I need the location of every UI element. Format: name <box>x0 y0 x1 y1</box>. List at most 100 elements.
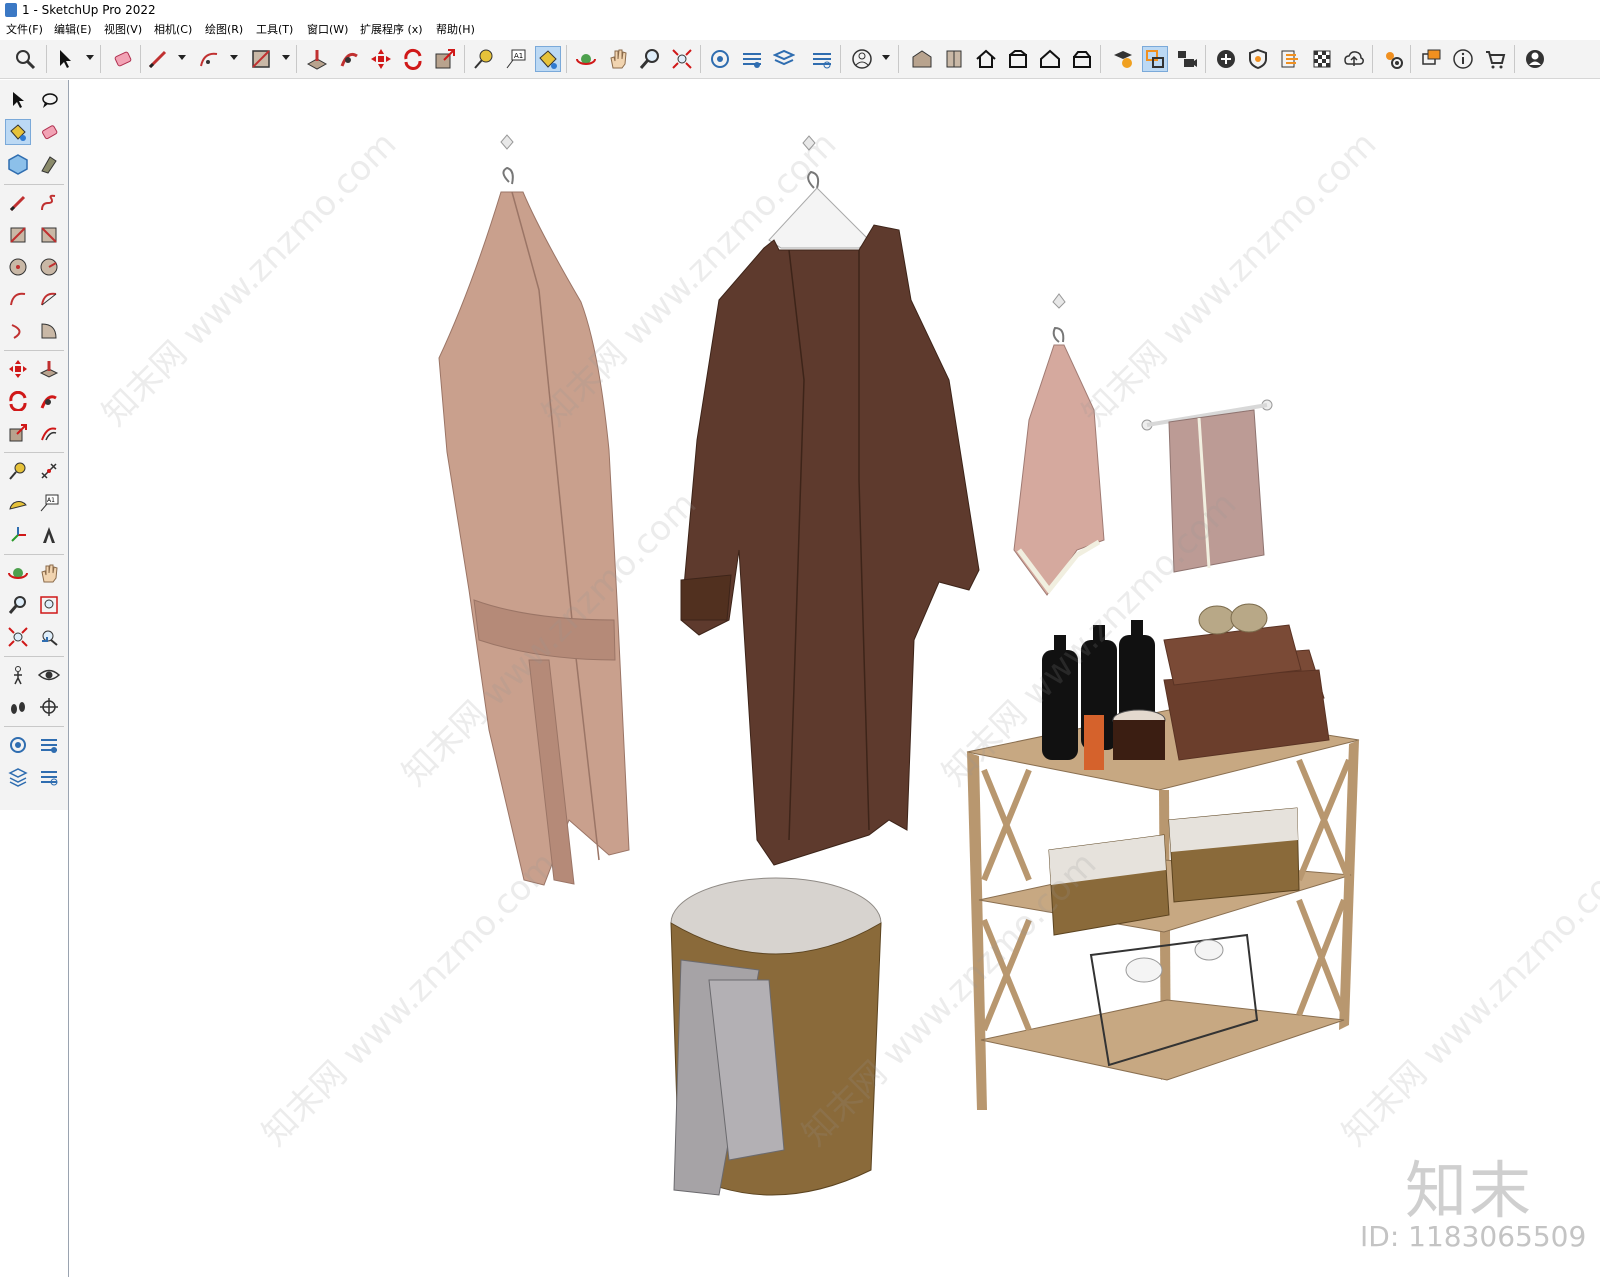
search-icon[interactable] <box>12 46 38 72</box>
solid-tools-icon[interactable] <box>1110 46 1136 72</box>
three-point-arc-icon[interactable] <box>5 318 31 344</box>
settings-icon[interactable] <box>1380 46 1406 72</box>
back-view-icon[interactable] <box>1069 46 1095 72</box>
push-pull-icon[interactable] <box>36 356 62 382</box>
rectangle-icon[interactable] <box>5 222 31 248</box>
walk-icon[interactable] <box>5 662 31 688</box>
tape-measure-icon[interactable] <box>471 46 497 72</box>
tags-icon[interactable] <box>771 46 797 72</box>
text-icon[interactable]: A1 <box>503 46 529 72</box>
3d-text-icon[interactable] <box>36 522 62 548</box>
protractor-icon[interactable] <box>5 490 31 516</box>
section-icon[interactable] <box>941 46 967 72</box>
menu-window[interactable]: 窗口(W) <box>307 20 348 40</box>
laundry-hamper[interactable] <box>670 877 882 1196</box>
select-icon[interactable] <box>52 46 78 72</box>
user-icon[interactable] <box>1522 46 1548 72</box>
front-view-icon[interactable] <box>1005 46 1031 72</box>
zoom-extents-icon[interactable] <box>5 624 31 650</box>
polygon-icon[interactable] <box>36 254 62 280</box>
chat-icon[interactable] <box>1418 46 1444 72</box>
follow-me-icon[interactable] <box>36 388 62 414</box>
pencil-dropdown[interactable] <box>178 55 186 60</box>
pencil-icon[interactable] <box>5 190 31 216</box>
components-icon[interactable] <box>809 46 835 72</box>
previous-view-icon[interactable] <box>36 624 62 650</box>
add-location-icon[interactable] <box>1213 46 1239 72</box>
make-component-icon[interactable] <box>5 151 31 177</box>
scale-icon[interactable] <box>5 420 31 446</box>
scenes-icon[interactable] <box>1142 46 1168 72</box>
pencil-icon[interactable] <box>145 46 171 72</box>
cloud-icon[interactable] <box>1341 46 1367 72</box>
arc-dropdown[interactable] <box>230 55 238 60</box>
rotate-icon[interactable] <box>5 388 31 414</box>
section-plane-icon[interactable] <box>36 694 62 720</box>
tape-measure-icon[interactable] <box>5 458 31 484</box>
menu-edit[interactable]: 编辑(E) <box>54 20 92 40</box>
position-camera-icon[interactable] <box>5 694 31 720</box>
zoom-extents-icon[interactable] <box>669 46 695 72</box>
zoom-window-icon[interactable] <box>36 592 62 618</box>
outliner-icon[interactable] <box>707 46 733 72</box>
account-dropdown[interactable] <box>882 55 890 60</box>
texture-icon[interactable] <box>1309 46 1335 72</box>
house-icon[interactable] <box>1037 46 1063 72</box>
select-dropdown[interactable] <box>86 55 94 60</box>
menu-draw[interactable]: 绘图(R) <box>205 20 243 40</box>
move-icon[interactable] <box>368 46 394 72</box>
pan-icon[interactable] <box>36 560 62 586</box>
offset-icon[interactable] <box>36 420 62 446</box>
push-pull-icon[interactable] <box>304 46 330 72</box>
styles-icon[interactable] <box>1277 46 1303 72</box>
outliner-icon[interactable] <box>5 732 31 758</box>
hanging-pink-towel[interactable] <box>1013 293 1105 596</box>
lasso-icon[interactable] <box>36 87 62 113</box>
components-icon[interactable] <box>36 764 62 790</box>
menu-view[interactable]: 视图(V) <box>104 20 142 40</box>
arc-icon[interactable] <box>196 46 222 72</box>
layers-icon[interactable] <box>739 46 765 72</box>
info-icon[interactable] <box>1450 46 1476 72</box>
paint-bucket-icon[interactable] <box>5 119 31 145</box>
menu-extensions[interactable]: 扩展程序 (x) <box>360 20 423 40</box>
beige-bathrobe[interactable] <box>438 134 630 886</box>
menu-file[interactable]: 文件(F) <box>6 20 43 40</box>
tag-tool-icon[interactable] <box>36 151 62 177</box>
pan-icon[interactable] <box>605 46 631 72</box>
menu-tools[interactable]: 工具(T) <box>256 20 293 40</box>
eraser-icon[interactable] <box>36 119 62 145</box>
paint-bucket-icon[interactable] <box>535 46 561 72</box>
rectangle-dropdown[interactable] <box>282 55 290 60</box>
cart-icon[interactable] <box>1482 46 1508 72</box>
home-icon[interactable] <box>973 46 999 72</box>
follow-me-icon[interactable] <box>336 46 362 72</box>
drawing-viewport[interactable]: 知末网 www.znzmo.com 知末网 www.znzmo.com 知末网 … <box>69 80 1600 1277</box>
circle-icon[interactable] <box>5 254 31 280</box>
axes-icon[interactable] <box>5 522 31 548</box>
shield-icon[interactable] <box>1245 46 1271 72</box>
move-icon[interactable] <box>5 356 31 382</box>
select-icon[interactable] <box>5 87 31 113</box>
menu-help[interactable]: 帮助(H) <box>436 20 475 40</box>
rotate-icon[interactable] <box>400 46 426 72</box>
scale-icon[interactable] <box>432 46 458 72</box>
zoom-icon[interactable] <box>637 46 663 72</box>
freehand-icon[interactable] <box>36 190 62 216</box>
rotated-rectangle-icon[interactable] <box>36 222 62 248</box>
orbit-icon[interactable] <box>5 560 31 586</box>
camera-icon[interactable] <box>1174 46 1200 72</box>
look-around-icon[interactable] <box>36 662 62 688</box>
dimension-icon[interactable] <box>36 458 62 484</box>
menu-camera[interactable]: 相机(C) <box>154 20 192 40</box>
rectangle-icon[interactable] <box>248 46 274 72</box>
text-icon[interactable]: A1 <box>36 490 62 516</box>
zoom-icon[interactable] <box>5 592 31 618</box>
pie-icon[interactable] <box>36 318 62 344</box>
arc-icon[interactable] <box>5 286 31 312</box>
account-icon[interactable] <box>849 46 875 72</box>
orbit-icon[interactable] <box>573 46 599 72</box>
two-point-arc-icon[interactable] <box>36 286 62 312</box>
warehouse-icon[interactable] <box>909 46 935 72</box>
eraser-icon[interactable] <box>110 46 136 72</box>
